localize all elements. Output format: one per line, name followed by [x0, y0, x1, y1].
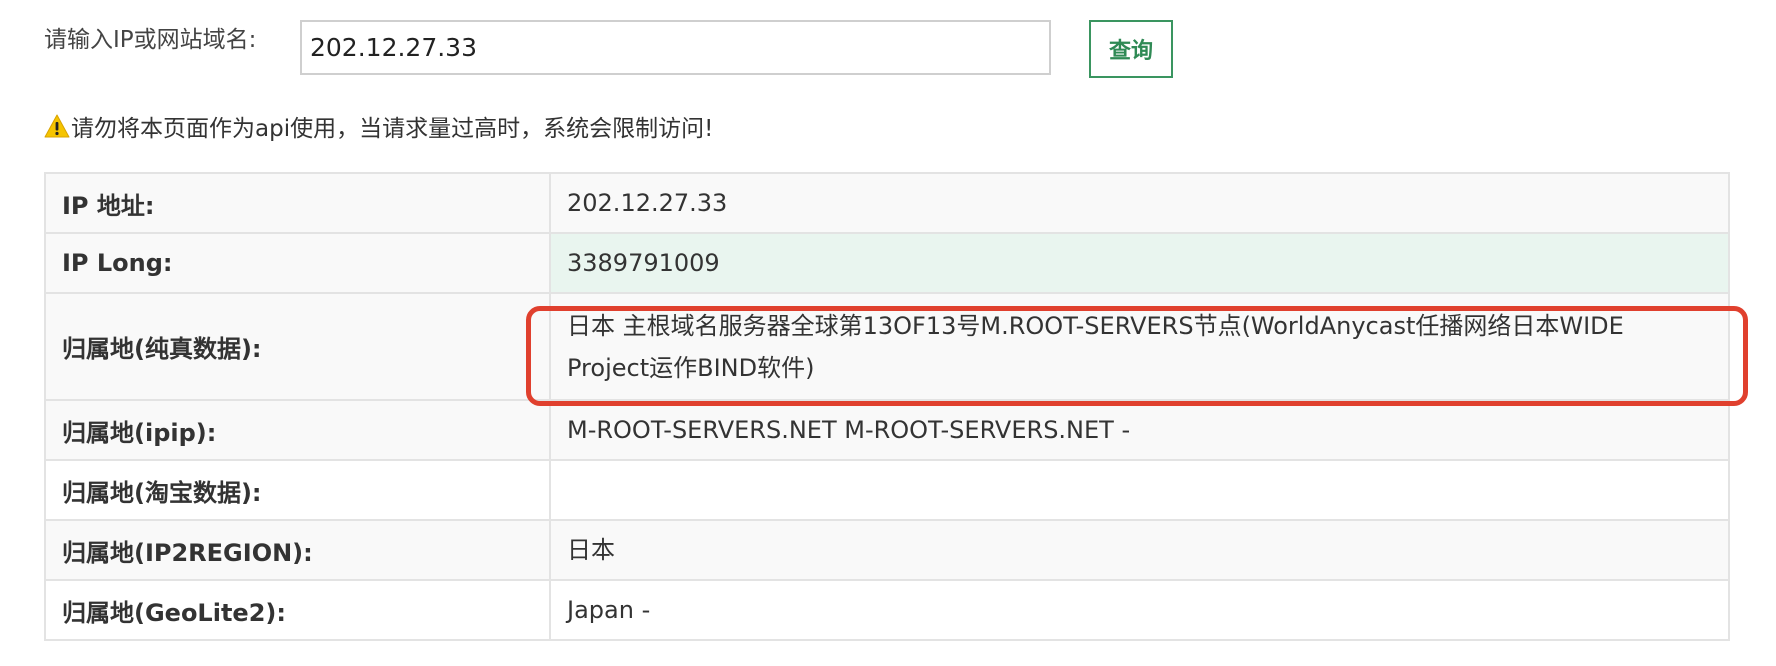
ip-info-table: IP 地址: 202.12.27.33 IP Long: 3389791009 …: [44, 172, 1730, 641]
table-row: 归属地(淘宝数据):: [44, 459, 1730, 521]
table-row: 归属地(ipip): M-ROOT-SERVERS.NET M-ROOT-SER…: [44, 399, 1730, 461]
table-row: IP Long: 3389791009: [44, 232, 1730, 294]
row-value-location-taobao: [549, 459, 1730, 521]
row-value-location-geolite2: Japan -: [549, 579, 1730, 641]
row-key-location-taobao: 归属地(淘宝数据):: [44, 459, 551, 521]
search-input[interactable]: [300, 20, 1051, 75]
row-key-ip-address: IP 地址:: [44, 172, 551, 234]
row-value-ip-long: 3389791009: [549, 232, 1730, 294]
table-row: IP 地址: 202.12.27.33: [44, 172, 1730, 234]
query-button[interactable]: 查询: [1089, 20, 1173, 78]
warning-text: 请勿将本页面作为api使用，当请求量过高时，系统会限制访问!: [71, 116, 714, 142]
row-value-location-ip2region: 日本: [549, 519, 1730, 581]
row-key-ip-long: IP Long:: [44, 232, 551, 294]
warning-notice: 请勿将本页面作为api使用，当请求量过高时，系统会限制访问!: [44, 108, 713, 144]
row-value-location-cz88: 日本 主根域名服务器全球第13OF13号M.ROOT-SERVERS节点(Wor…: [549, 292, 1730, 401]
row-value-ip-address: 202.12.27.33: [549, 172, 1730, 234]
warning-icon: [44, 114, 70, 138]
table-row: 归属地(IP2REGION): 日本: [44, 519, 1730, 581]
search-label: 请输入IP或网站域名:: [44, 27, 257, 53]
row-key-location-cz88: 归属地(纯真数据):: [44, 292, 551, 401]
row-key-location-ipip: 归属地(ipip):: [44, 399, 551, 461]
table-row: 归属地(纯真数据): 日本 主根域名服务器全球第13OF13号M.ROOT-SE…: [44, 292, 1730, 401]
row-value-location-ipip: M-ROOT-SERVERS.NET M-ROOT-SERVERS.NET -: [549, 399, 1730, 461]
row-key-location-ip2region: 归属地(IP2REGION):: [44, 519, 551, 581]
row-key-location-geolite2: 归属地(GeoLite2):: [44, 579, 551, 641]
search-row: 请输入IP或网站域名: 查询: [44, 18, 1744, 80]
table-row: 归属地(GeoLite2): Japan -: [44, 579, 1730, 641]
